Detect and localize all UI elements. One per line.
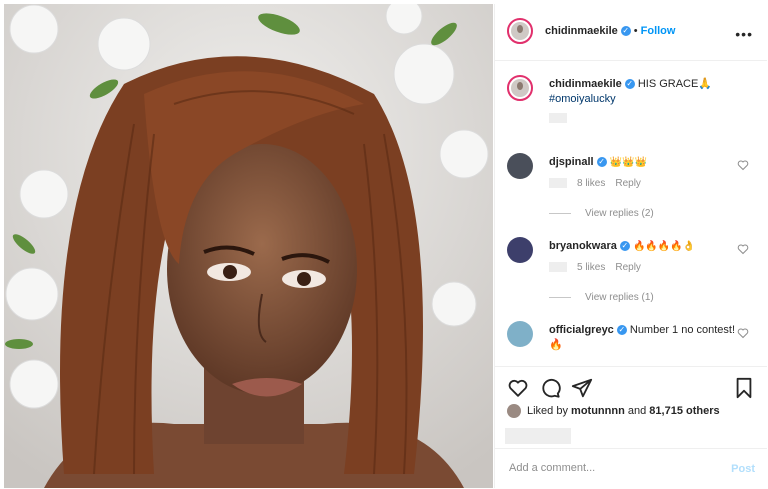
portrait-image: [4, 4, 493, 488]
comment-avatar[interactable]: [507, 321, 533, 347]
caption-hashtag[interactable]: #omoiyalucky: [549, 93, 616, 105]
caption-text: HIS GRACE🙏: [637, 78, 713, 90]
liked-middle: and: [627, 404, 647, 417]
comment-meta: 8 likes Reply: [549, 176, 739, 191]
author-username[interactable]: chidinmaekile: [545, 25, 618, 37]
liker-avatar[interactable]: [507, 404, 521, 418]
save-bookmark-icon[interactable]: [733, 377, 755, 399]
post-photo[interactable]: [4, 4, 493, 488]
verified-icon: ✓: [616, 325, 627, 336]
reply-button[interactable]: Reply: [615, 178, 641, 189]
comment-bubble-icon[interactable]: [539, 377, 561, 399]
comment-text: 🔥🔥🔥🔥👌: [632, 241, 696, 252]
comment-time: [549, 262, 567, 273]
liker-username[interactable]: motunnnn: [571, 405, 625, 417]
heart-icon[interactable]: [737, 159, 749, 171]
comment-likes[interactable]: 8 likes: [577, 178, 605, 189]
comment-text: 👑👑👑: [609, 157, 648, 168]
likes-summary: Liked by motunnnn and 81,715 others: [507, 404, 720, 418]
comment-avatar[interactable]: [507, 237, 533, 263]
post-date: [505, 428, 571, 444]
comment-username[interactable]: officialgreyc: [549, 324, 614, 336]
instagram-post-modal: chidinmaekile ✓ • Follow ••• chidinmaekile ✓…: [0, 0, 768, 489]
like-heart-icon[interactable]: [507, 377, 529, 399]
heart-icon[interactable]: [737, 327, 749, 339]
caption-avatar[interactable]: [507, 75, 533, 101]
caption-meta: [549, 111, 739, 126]
comment-likes[interactable]: 5 likes: [577, 262, 605, 273]
verified-icon: ✓: [624, 79, 635, 90]
header-info: chidinmaekile ✓ • Follow: [545, 25, 675, 37]
comment-time: [549, 178, 567, 189]
comment-body: bryanokwara ✓ 🔥🔥🔥🔥👌 5 likes Reply: [549, 239, 739, 275]
verified-icon: ✓: [619, 241, 630, 252]
view-replies-button[interactable]: View replies (2): [549, 208, 654, 219]
heart-icon[interactable]: [737, 243, 749, 255]
comment-avatar[interactable]: [507, 153, 533, 179]
comment-input[interactable]: [507, 461, 711, 475]
likes-count[interactable]: 81,715 others: [649, 405, 719, 417]
post-side-panel: chidinmaekile ✓ • Follow ••• chidinmaekile ✓…: [494, 4, 767, 488]
add-comment-bar: Post: [495, 448, 767, 489]
comment-username[interactable]: bryanokwara: [549, 240, 617, 252]
comment-username[interactable]: djspinall: [549, 156, 594, 168]
author-avatar[interactable]: [507, 18, 533, 44]
comments-list[interactable]: chidinmaekile ✓ HIS GRACE🙏 #omoiyalucky d…: [495, 61, 767, 365]
caption-username[interactable]: chidinmaekile: [549, 78, 622, 90]
caption-time: [549, 113, 567, 124]
comment-meta: 5 likes Reply: [549, 260, 739, 275]
verified-icon: ✓: [596, 157, 607, 168]
post-header: chidinmaekile ✓ • Follow •••: [495, 4, 767, 61]
reply-button[interactable]: Reply: [615, 262, 641, 273]
view-replies-button[interactable]: View replies (1): [549, 292, 654, 303]
separator-dot: •: [633, 25, 638, 37]
liked-prefix: Liked by: [527, 404, 568, 417]
caption-body: chidinmaekile ✓ HIS GRACE🙏 #omoiyalucky: [549, 77, 739, 126]
more-options-icon[interactable]: •••: [735, 26, 753, 42]
comment-body: djspinall ✓ 👑👑👑 8 likes Reply: [549, 155, 739, 191]
comment-body: officialgreyc ✓ Number 1 no contest! 🔥: [549, 323, 739, 353]
verified-icon: ✓: [620, 26, 631, 37]
post-comment-button[interactable]: Post: [731, 463, 755, 475]
share-send-icon[interactable]: [571, 377, 593, 399]
follow-button[interactable]: Follow: [641, 25, 676, 37]
